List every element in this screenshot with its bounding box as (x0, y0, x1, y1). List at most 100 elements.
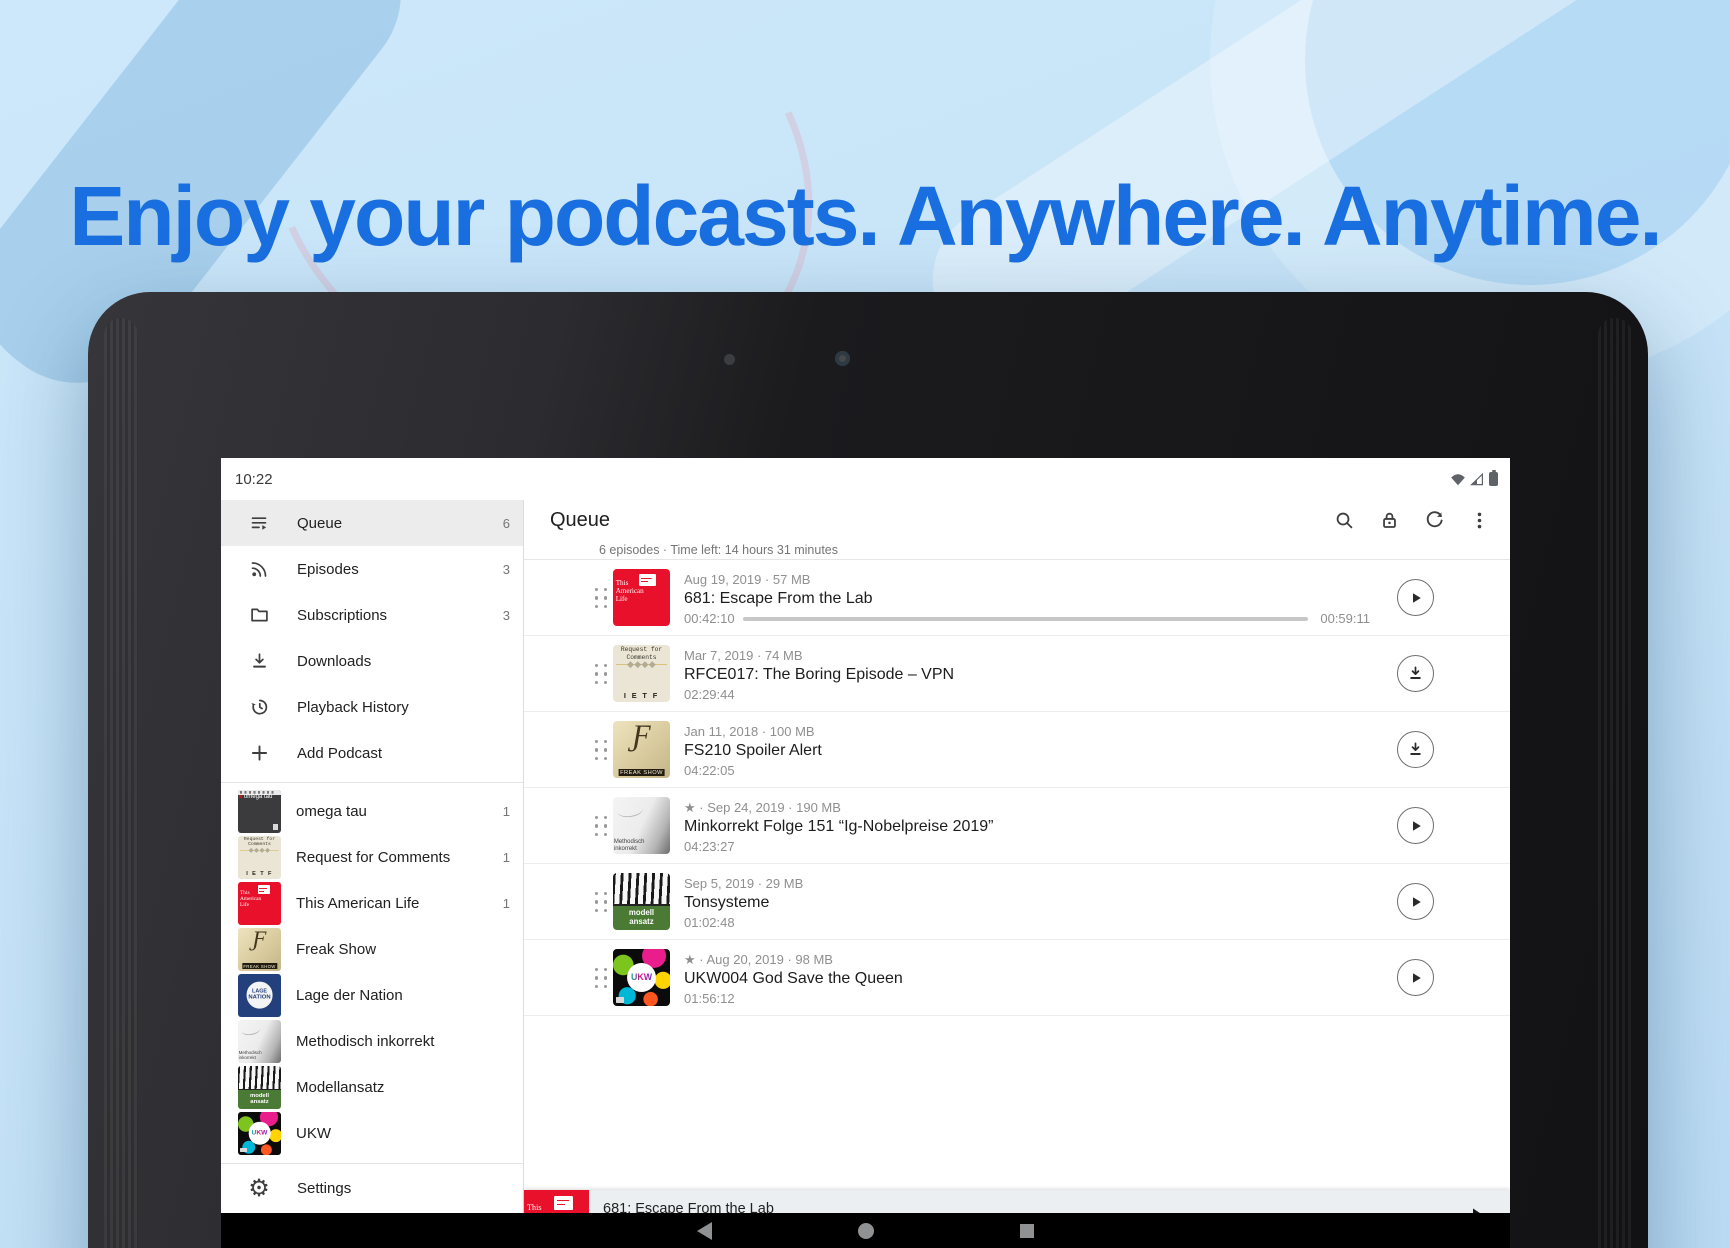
tablet-right-edge (1598, 318, 1632, 1248)
download-icon (1407, 665, 1424, 682)
podcast-label: UKW (296, 1125, 510, 1142)
episode-duration: 04:23:27 (684, 838, 735, 855)
sidebar-item-queue[interactable]: Queue 6 (221, 500, 523, 546)
podcast-label: Request for Comments (296, 849, 503, 866)
sidebar-item-ukw[interactable]: UKW UKW (221, 1110, 523, 1156)
home-button[interactable] (836, 1213, 896, 1248)
play-icon (1408, 894, 1424, 910)
download-icon (221, 651, 297, 671)
episode-artwork: This American Life (613, 569, 670, 626)
sidebar-item-label: Playback History (297, 699, 510, 716)
podcast-artwork: omega tau (238, 790, 281, 833)
cellular-icon (1470, 473, 1484, 486)
sidebar-item-episodes[interactable]: Episodes 3 (221, 546, 523, 592)
main-content: Queue 6 episodes · (524, 500, 1510, 1213)
podcast-artwork: This American Life (238, 882, 281, 925)
play-icon (1408, 970, 1424, 986)
podcast-label: Methodisch inkorrekt (296, 1033, 510, 1050)
episode-row[interactable]: This American Life Aug 19, 2019 · 57 MB … (524, 560, 1510, 636)
home-icon (858, 1223, 874, 1239)
download-icon (1407, 741, 1424, 758)
sidebar-item-modellansatz[interactable]: modell ansatz Modellansatz (221, 1064, 523, 1110)
podcast-count: 1 (503, 804, 510, 819)
sidebar-item-freak-show[interactable]: ƑFREAK SHOW Freak Show (221, 926, 523, 972)
episode-row[interactable]: UKW ★ · Aug 20, 2019 · 98 MB UKW004 God … (524, 940, 1510, 1016)
refresh-button[interactable] (1412, 500, 1457, 540)
episode-position: 00:42:10 (684, 610, 735, 627)
episode-meta: Aug 19, 2019 · 57 MB (684, 571, 1370, 588)
episode-row[interactable]: modell ansatz Sep 5, 2019 · 29 MB Tonsys… (524, 864, 1510, 940)
sidebar-item-downloads[interactable]: Downloads (221, 638, 523, 684)
queue-summary-bar: 6 episodes · Time left: 14 hours 31 minu… (524, 540, 1510, 560)
episode-artwork: UKW (613, 949, 670, 1006)
sidebar-item-omega-tau[interactable]: omega tau omega tau 1 (221, 788, 523, 834)
sidebar-item-label: Subscriptions (297, 607, 503, 624)
overflow-menu-button[interactable] (1457, 500, 1502, 540)
episode-row[interactable]: ƑFREAK SHOW Jan 11, 2018 · 100 MB FS210 … (524, 712, 1510, 788)
episode-row[interactable]: Methodisch inkorrekt ★ · Sep 24, 2019 · … (524, 788, 1510, 864)
wifi-icon (1450, 473, 1466, 486)
lock-queue-button[interactable] (1367, 500, 1412, 540)
podcast-label: Lage der Nation (296, 987, 510, 1004)
podcast-label: Freak Show (296, 941, 510, 958)
drag-handle-icon[interactable] (595, 968, 608, 989)
recent-apps-button[interactable] (997, 1213, 1057, 1248)
search-icon (1334, 510, 1355, 531)
sidebar-item-playback-history[interactable]: Playback History (221, 684, 523, 730)
podcast-label: This American Life (296, 895, 503, 912)
episode-duration: 01:02:48 (684, 914, 735, 931)
status-bar: 10:22 (221, 458, 1510, 500)
battery-icon (1489, 472, 1498, 486)
episode-remaining: 00:59:11 (1320, 610, 1370, 627)
sidebar-item-methodisch-inkorrekt[interactable]: Methodisch inkorrekt Methodisch inkorrek… (221, 1018, 523, 1064)
sidebar-item-request-for-comments[interactable]: Request for Comments◆◆◆◆I E T F Request … (221, 834, 523, 880)
episodes-rss-icon (221, 559, 297, 579)
recent-apps-icon (1020, 1224, 1034, 1238)
podcast-count: 1 (503, 896, 510, 911)
sidebar-item-this-american-life[interactable]: This American Life This American Life 1 (221, 880, 523, 926)
status-time: 10:22 (235, 471, 273, 488)
lock-icon (1379, 510, 1400, 531)
toolbar: Queue (524, 500, 1510, 540)
back-button[interactable] (674, 1213, 734, 1248)
episode-meta: Jan 11, 2018 · 100 MB (684, 723, 1370, 740)
tablet-left-edge (104, 318, 138, 1248)
podcast-count: 1 (503, 850, 510, 865)
download-button[interactable] (1397, 655, 1434, 692)
play-button[interactable] (1397, 807, 1434, 844)
drag-handle-icon[interactable] (595, 740, 608, 761)
android-nav-bar (221, 1213, 1510, 1248)
play-button[interactable] (1397, 579, 1434, 616)
drag-handle-icon[interactable] (595, 588, 608, 609)
overflow-icon (1469, 510, 1490, 531)
drag-handle-icon[interactable] (595, 816, 608, 837)
play-button[interactable] (1397, 883, 1434, 920)
sidebar-item-subscriptions[interactable]: Subscriptions 3 (221, 592, 523, 638)
front-camera-lens (835, 351, 850, 366)
episode-title: Minkorrekt Folge 151 “Ig-Nobelpreise 201… (684, 816, 1370, 838)
episode-title: UKW004 God Save the Queen (684, 968, 1370, 990)
episode-title: FS210 Spoiler Alert (684, 740, 1370, 762)
app-screen: 10:22 Queue 6 (221, 458, 1510, 1248)
episode-title: RFCE017: The Boring Episode – VPN (684, 664, 1370, 686)
episode-artwork: Methodisch inkorrekt (613, 797, 670, 854)
sidebar-item-lage-der-nation[interactable]: LAGENATION Lage der Nation (221, 972, 523, 1018)
sidebar-item-count: 3 (503, 608, 510, 623)
queue-summary: 6 episodes · Time left: 14 hours 31 minu… (599, 543, 838, 557)
episode-duration: 01:56:12 (684, 990, 735, 1007)
history-icon (221, 697, 297, 717)
play-button[interactable] (1397, 959, 1434, 996)
podcast-artwork: modell ansatz (238, 1066, 281, 1109)
sidebar-item-add-podcast[interactable]: Add Podcast (221, 730, 523, 776)
episode-progress-bar (743, 617, 1309, 621)
podcast-label: omega tau (296, 803, 503, 820)
download-button[interactable] (1397, 731, 1434, 768)
drag-handle-icon[interactable] (595, 892, 608, 913)
drag-handle-icon[interactable] (595, 664, 608, 685)
episode-row[interactable]: Request for Comments◆◆◆◆I E T F Mar 7, 2… (524, 636, 1510, 712)
search-button[interactable] (1322, 500, 1367, 540)
sidebar-divider (221, 782, 523, 783)
play-icon (1408, 590, 1424, 606)
sidebar-item-settings[interactable]: ⚙ Settings (221, 1163, 523, 1213)
back-icon (697, 1222, 712, 1240)
